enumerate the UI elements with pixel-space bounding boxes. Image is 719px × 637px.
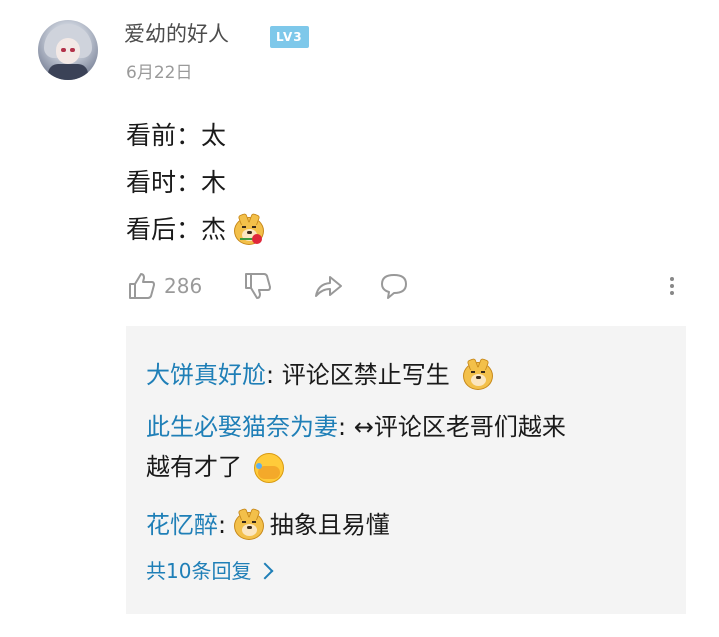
share-icon bbox=[315, 276, 342, 297]
reply-author[interactable]: 花忆醉 bbox=[146, 511, 218, 539]
view-more-replies-label: 共10条回复 bbox=[146, 559, 252, 583]
view-more-replies-link[interactable]: 共10条回复 bbox=[146, 556, 274, 586]
comment-line-2: 看时：木 bbox=[126, 168, 227, 197]
colon: : bbox=[218, 511, 234, 539]
laughing-covering-face-emoji bbox=[253, 453, 284, 483]
comment-actions: 286 bbox=[126, 266, 686, 306]
dislike-button[interactable] bbox=[242, 270, 274, 302]
chat-bubble-icon bbox=[381, 274, 407, 299]
doge-rose-emoji bbox=[233, 216, 264, 246]
share-button[interactable] bbox=[312, 270, 344, 302]
doge-emoji bbox=[233, 511, 264, 541]
thumb-up-icon bbox=[129, 273, 155, 299]
reply-item-2[interactable]: 此生必娶猫奈为妻: ↔评论区老哥们越来 bbox=[146, 408, 566, 446]
colon: : bbox=[338, 413, 354, 441]
reply-item-1[interactable]: 大饼真好尬: 评论区禁止写生 bbox=[146, 356, 494, 394]
comment-line-3: 看后：杰 bbox=[126, 215, 227, 244]
reply-item-3[interactable]: 花忆醉: 抽象且易懂 bbox=[146, 506, 390, 544]
reply-item-2-continued[interactable]: 越有才了 bbox=[146, 448, 284, 486]
like-button[interactable]: 286 bbox=[126, 270, 202, 302]
chevron-right-icon bbox=[256, 562, 274, 579]
reply-panel: 大饼真好尬: 评论区禁止写生 此生必娶猫奈为妻: ↔评论区老哥们越来 越有才了 … bbox=[126, 326, 686, 614]
thumb-down-icon bbox=[245, 273, 271, 299]
username[interactable]: 爱幼的好人 bbox=[124, 20, 229, 48]
like-count: 286 bbox=[164, 274, 203, 298]
reply-text: ↔评论区老哥们越来 bbox=[353, 413, 566, 441]
reply-text: 评论区禁止写生 bbox=[281, 361, 450, 389]
comment-date: 6月22日 bbox=[126, 63, 193, 83]
reply-text-continued: 越有才了 bbox=[146, 453, 242, 481]
doge-emoji bbox=[463, 361, 494, 391]
more-vertical-icon[interactable] bbox=[666, 270, 678, 302]
comment-line-3-wrap: 看后：杰 bbox=[126, 206, 264, 253]
avatar[interactable] bbox=[38, 20, 98, 80]
comment-line-1: 看前：太 bbox=[126, 121, 227, 150]
level-badge: LV3 bbox=[270, 26, 309, 48]
reply-text: 抽象且易懂 bbox=[269, 511, 390, 539]
comment-content: 看前：太 看时：木 看后：杰 bbox=[126, 112, 264, 253]
reply-button[interactable] bbox=[378, 270, 410, 302]
reply-author[interactable]: 此生必娶猫奈为妻 bbox=[146, 413, 338, 441]
reply-author[interactable]: 大饼真好尬 bbox=[146, 361, 266, 389]
colon: : bbox=[266, 361, 282, 389]
